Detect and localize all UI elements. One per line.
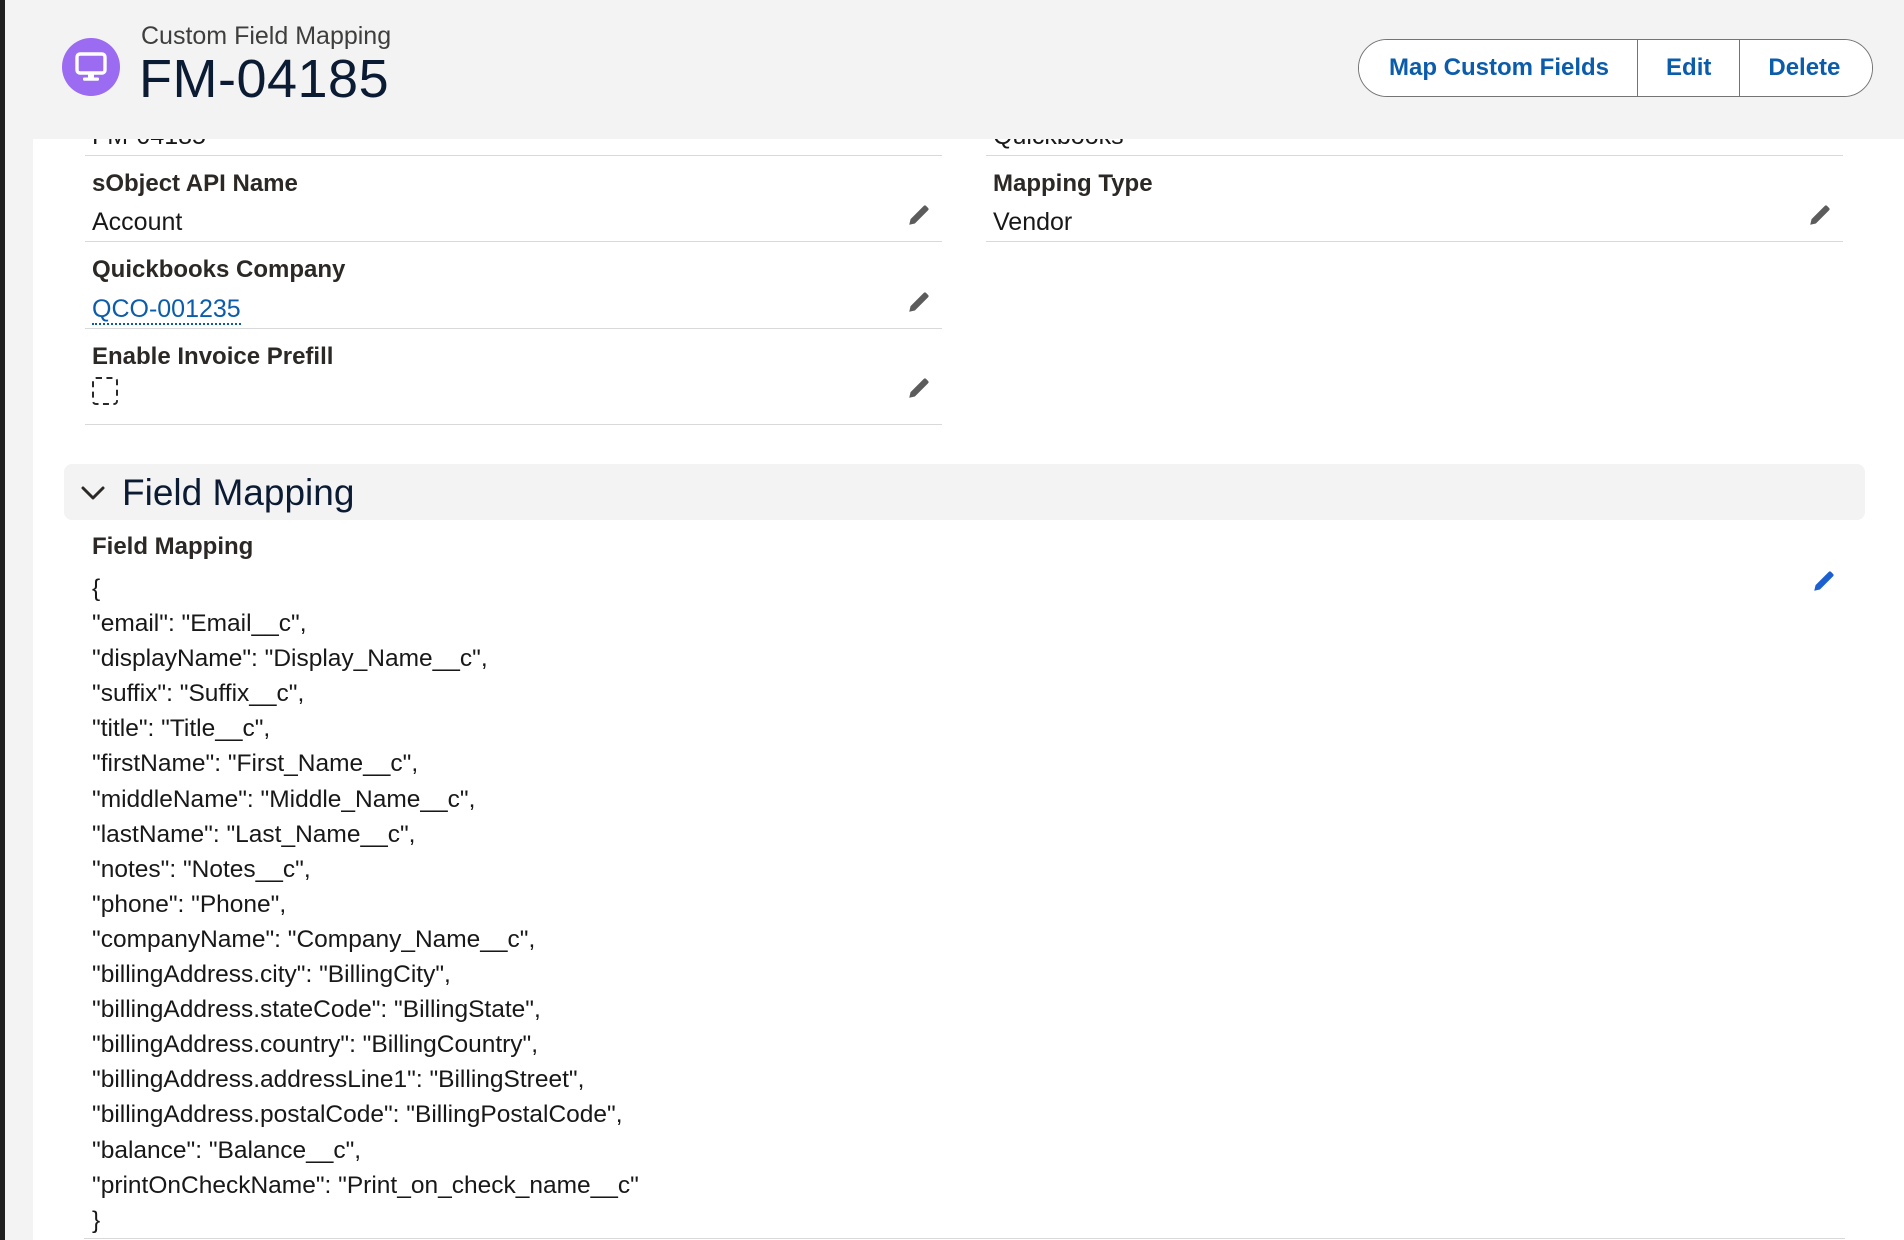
pencil-icon[interactable] xyxy=(906,375,932,401)
json-line: } xyxy=(92,1206,101,1234)
field-mapping-json: { "email": "Email__c", "displayName": "D… xyxy=(92,571,639,1238)
quickbooks-company-link[interactable]: QCO-001235 xyxy=(92,295,241,325)
field-label: Quickbooks Company xyxy=(92,256,346,283)
field-mapping-section-header[interactable]: Field Mapping xyxy=(64,464,1865,520)
enable-invoice-prefill-checkbox[interactable] xyxy=(92,377,118,405)
field-label: sObject API Name xyxy=(92,170,298,197)
pencil-icon[interactable] xyxy=(906,289,932,315)
json-line: "printOnCheckName": "Print_on_check_name… xyxy=(92,1171,639,1199)
json-line: "billingAddress.addressLine1": "BillingS… xyxy=(92,1066,585,1094)
json-line: "balance": "Balance__c", xyxy=(92,1136,362,1164)
delete-button[interactable]: Delete xyxy=(1739,40,1873,96)
json-line: "billingAddress.postalCode": "BillingPos… xyxy=(92,1101,623,1129)
json-line: "email": "Email__c", xyxy=(92,610,307,638)
json-line: "firstName": "First_Name__c", xyxy=(92,750,419,778)
json-line: "displayName": "Display_Name__c", xyxy=(92,645,488,673)
enable-invoice-prefill-field: Enable Invoice Prefill xyxy=(85,329,942,425)
window-edge xyxy=(0,0,5,1240)
json-line: "title": "Title__c", xyxy=(92,715,271,743)
pencil-icon[interactable] xyxy=(1811,568,1837,594)
quickbooks-company-field: Quickbooks Company QCO-001235 xyxy=(85,242,942,329)
divider xyxy=(84,1238,1845,1239)
json-line: "phone": "Phone", xyxy=(92,890,287,918)
field-label: Mapping Type xyxy=(993,170,1153,197)
field-mapping-label: Field Mapping xyxy=(92,533,254,560)
edit-button[interactable]: Edit xyxy=(1637,40,1740,96)
json-line: "billingAddress.city": "BillingCity", xyxy=(92,961,451,989)
field-label: Enable Invoice Prefill xyxy=(92,343,334,370)
map-custom-fields-button[interactable]: Map Custom Fields xyxy=(1359,40,1638,96)
record-header: Custom Field Mapping FM-04185 Map Custom… xyxy=(5,0,1904,139)
record-actions: Map Custom Fields Edit Delete xyxy=(1358,39,1874,97)
field-value: FM-04185 xyxy=(92,139,206,151)
name-field: FM-04185 xyxy=(85,139,942,156)
json-line: "suffix": "Suffix__c", xyxy=(92,680,305,708)
json-line: { xyxy=(92,575,101,602)
field-value: Quickbooks xyxy=(993,139,1124,151)
quickbooks-field: Quickbooks xyxy=(986,139,1843,156)
json-line: "notes": "Notes__c", xyxy=(92,855,311,883)
mapping-type-field: Mapping Type Vendor xyxy=(986,156,1843,242)
sobject-api-name-field: sObject API Name Account xyxy=(85,156,942,242)
json-line: "lastName": "Last_Name__c", xyxy=(92,820,416,848)
record-name: FM-04185 xyxy=(139,49,390,109)
chevron-down-icon[interactable] xyxy=(80,482,106,504)
section-title: Field Mapping xyxy=(122,472,355,513)
json-line: "companyName": "Company_Name__c", xyxy=(92,925,536,953)
json-line: "billingAddress.country": "BillingCountr… xyxy=(92,1031,539,1059)
record-object-type: Custom Field Mapping xyxy=(141,22,392,50)
field-value: Vendor xyxy=(993,208,1073,236)
field-value: Account xyxy=(92,208,183,236)
json-line: "middleName": "Middle_Name__c", xyxy=(92,785,476,813)
pencil-icon[interactable] xyxy=(1807,202,1833,228)
pencil-icon[interactable] xyxy=(906,202,932,228)
json-line: "billingAddress.stateCode": "BillingStat… xyxy=(92,996,541,1024)
desktop-icon xyxy=(62,38,120,96)
field-value: QCO-001235 xyxy=(92,295,241,325)
